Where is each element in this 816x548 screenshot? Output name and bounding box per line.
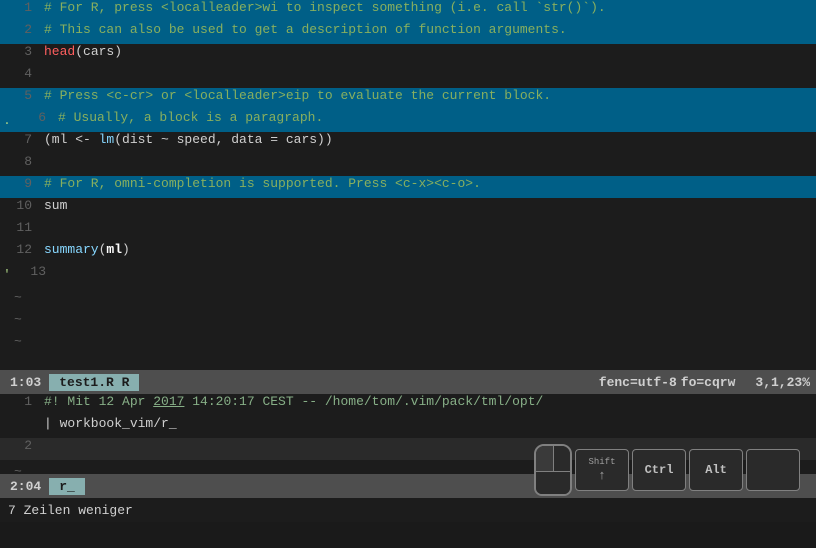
line-num-2: 2 bbox=[0, 22, 40, 37]
fo-status: fo=cqrw bbox=[681, 375, 736, 390]
tilde-2: ~ bbox=[0, 308, 816, 330]
line-6-wrapper: . 6 # Usually, a block is a paragraph. bbox=[0, 110, 816, 132]
filename-badge: test1.R R bbox=[49, 374, 139, 391]
shift-arrow-icon: ↑ bbox=[598, 468, 606, 483]
line-7: 7 (ml <- lm(dist ~ speed, data = cars)) bbox=[0, 132, 816, 154]
line-content-1: # For R, press <localleader>wi to inspec… bbox=[40, 0, 816, 15]
line-13: 13 bbox=[0, 264, 816, 286]
tilde-3: ~ bbox=[0, 330, 816, 352]
keyboard-widget: Shift ↑ Ctrl Alt bbox=[534, 444, 800, 496]
line-3: 3 head(cars) bbox=[0, 44, 816, 66]
line-num-4: 4 bbox=[0, 66, 40, 81]
mouse-icon bbox=[534, 444, 572, 496]
line-num-10: 10 bbox=[0, 198, 40, 213]
line-num-3: 3 bbox=[0, 44, 40, 59]
alt-label: Alt bbox=[705, 463, 727, 477]
line-num-6: 6 bbox=[14, 110, 54, 125]
line-content-13 bbox=[54, 264, 816, 279]
lower-line-1: 1 #! Mit 12 Apr 2017 14:20:17 CEST -- /h… bbox=[0, 394, 816, 416]
bottom-bar: 7 Zeilen weniger bbox=[0, 498, 816, 522]
lower-input-badge: r_ bbox=[49, 478, 85, 495]
line-11: 11 bbox=[0, 220, 816, 242]
shift-label-top: Shift bbox=[588, 457, 615, 467]
line-4: 4 bbox=[0, 66, 816, 88]
line-content-9: # For R, omni-completion is supported. P… bbox=[40, 176, 816, 191]
line-6: 6 # Usually, a block is a paragraph. bbox=[0, 110, 816, 132]
position-status: 3,1,23% bbox=[755, 375, 810, 390]
lower-line-num-1: 1 bbox=[0, 394, 40, 409]
line-content-7: (ml <- lm(dist ~ speed, data = cars)) bbox=[40, 132, 816, 147]
line-content-6: # Usually, a block is a paragraph. bbox=[54, 110, 816, 125]
bottom-text: 7 Zeilen weniger bbox=[8, 503, 133, 518]
line-num-7: 7 bbox=[0, 132, 40, 147]
line-num-12: 12 bbox=[0, 242, 40, 257]
extra-key[interactable] bbox=[746, 449, 800, 491]
line-content-4 bbox=[40, 66, 816, 81]
line-num-8: 8 bbox=[0, 154, 40, 169]
line-13-wrapper: ' 13 bbox=[0, 264, 816, 286]
line-9: 9 # For R, omni-completion is supported.… bbox=[0, 176, 816, 198]
tilde-1: ~ bbox=[0, 286, 816, 308]
lower-line-num-2: 2 bbox=[0, 438, 40, 453]
line-content-3: head(cars) bbox=[40, 44, 816, 59]
line-num-5: 5 bbox=[0, 88, 40, 103]
keyword-head: head bbox=[44, 44, 75, 59]
mouse-left[interactable] bbox=[536, 446, 554, 471]
mouse-buttons bbox=[536, 446, 570, 472]
line-num-11: 11 bbox=[0, 220, 40, 235]
line-content-12: summary(ml) bbox=[40, 242, 816, 257]
statusbar-1: 1:03 test1.R R fenc=utf-8 fo=cqrw 3,1,23… bbox=[0, 370, 816, 394]
line-content-11 bbox=[40, 220, 816, 235]
ctrl-key[interactable]: Ctrl bbox=[632, 449, 686, 491]
line-content-2: # This can also be used to get a descrip… bbox=[40, 22, 816, 37]
lower-line-content-1b: | workbook_vim/r_ bbox=[40, 416, 816, 431]
dot-marker: . bbox=[0, 110, 14, 132]
mode-indicator-2: 2:04 bbox=[6, 479, 45, 494]
line-1: 1 # For R, press <localleader>wi to insp… bbox=[0, 0, 816, 22]
line-content-8 bbox=[40, 154, 816, 169]
line-content-10: sum bbox=[40, 198, 816, 213]
mouse-body bbox=[536, 472, 570, 494]
alt-key[interactable]: Alt bbox=[689, 449, 743, 491]
lower-line-1b: | workbook_vim/r_ bbox=[0, 416, 816, 438]
editor-area: 1 # For R, press <localleader>wi to insp… bbox=[0, 0, 816, 370]
line-num-13: 13 bbox=[14, 264, 54, 279]
line-5: 5 # Press <c-cr> or <localleader>eip to … bbox=[0, 88, 816, 110]
mode-indicator-1: 1:03 bbox=[6, 375, 45, 390]
lower-line-content-1: #! Mit 12 Apr 2017 14:20:17 CEST -- /hom… bbox=[40, 394, 816, 409]
line-10: 10 sum bbox=[0, 198, 816, 220]
shift-key[interactable]: Shift ↑ bbox=[575, 449, 629, 491]
ctrl-label: Ctrl bbox=[645, 463, 674, 477]
line-12: 12 summary(ml) bbox=[0, 242, 816, 264]
quote-marker: ' bbox=[0, 264, 14, 286]
line-num-1: 1 bbox=[0, 0, 40, 15]
statusbar-2: 2:04 r_ Shift ↑ Ctrl Alt bbox=[0, 474, 816, 498]
mouse-right[interactable] bbox=[554, 446, 571, 471]
line-2: 2 # This can also be used to get a descr… bbox=[0, 22, 816, 44]
line-8: 8 bbox=[0, 154, 816, 176]
fenc-status: fenc=utf-8 bbox=[599, 375, 677, 390]
line-content-5: # Press <c-cr> or <localleader>eip to ev… bbox=[40, 88, 816, 103]
line-num-9: 9 bbox=[0, 176, 40, 191]
